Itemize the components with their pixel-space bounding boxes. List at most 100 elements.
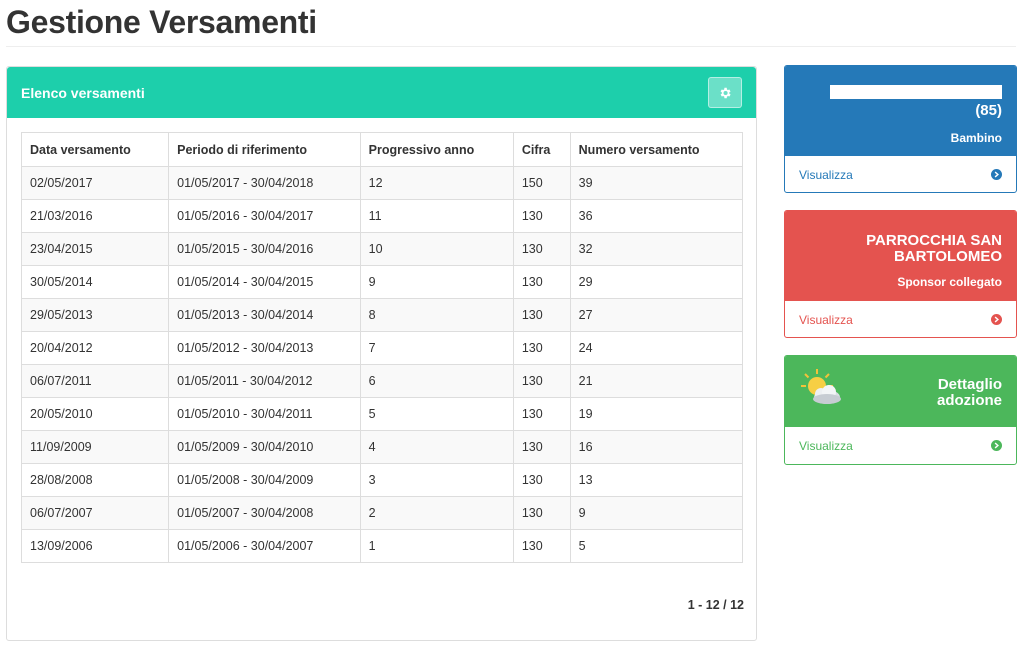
payments-panel: Elenco versamenti Data versamento Periodo… [6, 66, 757, 641]
table-cell: 01/05/2012 - 30/04/2013 [168, 331, 361, 365]
table-cell: 4 [359, 430, 514, 464]
gear-icon [720, 87, 731, 98]
table-cell: 01/05/2014 - 30/04/2015 [168, 265, 361, 299]
column-header[interactable]: Data versamento [20, 132, 170, 167]
table-row[interactable]: 29/05/2013 01/05/2013 - 30/04/2014 8 130 27 [20, 298, 744, 332]
table-row[interactable]: 13/09/2006 01/05/2006 - 30/04/2007 1 130 5 [20, 529, 744, 563]
circle-arrow-right-icon [991, 169, 1002, 180]
table-cell: 13 [569, 463, 744, 497]
table-cell: 01/05/2016 - 30/04/2017 [168, 199, 361, 233]
child-view-link[interactable]: Visualizza [785, 156, 1016, 192]
table-cell: 39 [569, 166, 744, 200]
table-cell: 02/05/2017 [20, 166, 170, 200]
table-cell: 11 [359, 199, 514, 233]
table-row[interactable]: 02/05/2017 01/05/2017 - 30/04/2018 12 150 39 [20, 166, 744, 200]
settings-button[interactable] [708, 77, 742, 108]
table-cell: 130 [512, 232, 571, 266]
column-header[interactable]: Periodo di riferimento [168, 132, 361, 167]
table-cell: 01/05/2011 - 30/04/2012 [168, 364, 361, 398]
table-cell: 10 [359, 232, 514, 266]
column-header[interactable]: Cifra [512, 132, 571, 167]
table-cell: 130 [512, 430, 571, 464]
table-cell: 13/09/2006 [20, 529, 170, 563]
table-row[interactable]: 06/07/2011 01/05/2011 - 30/04/2012 6 130 21 [20, 364, 744, 398]
table-row[interactable]: 30/05/2014 01/05/2014 - 30/04/2015 9 130 29 [20, 265, 744, 299]
table-row[interactable]: 11/09/2009 01/05/2009 - 30/04/2010 4 130 16 [20, 430, 744, 464]
table-cell: 01/05/2010 - 30/04/2011 [168, 397, 361, 431]
table-cell: 01/05/2015 - 30/04/2016 [168, 232, 361, 266]
table-cell: 11/09/2009 [20, 430, 170, 464]
column-header[interactable]: Numero versamento [569, 132, 744, 167]
sponsor-card: PARROCCHIA SAN BARTOLOMEO Sponsor colleg… [784, 210, 1017, 338]
table-cell: 32 [569, 232, 744, 266]
adoption-view-label: Visualizza [799, 438, 853, 453]
table-cell: 150 [512, 166, 571, 200]
adoption-card-body: Dettaglio adozione [785, 356, 1016, 427]
table-cell: 24 [569, 331, 744, 365]
table-cell: 130 [512, 331, 571, 365]
table-row[interactable]: 23/04/2015 01/05/2015 - 30/04/2016 10 130 32 [20, 232, 744, 266]
table-cell: 2 [359, 496, 514, 530]
table-cell: 21/03/2016 [20, 199, 170, 233]
table-cell: 29 [569, 265, 744, 299]
table-cell: 01/05/2006 - 30/04/2007 [168, 529, 361, 563]
table-header-row: Data versamento Periodo di riferimento Pro… [20, 132, 744, 167]
table-cell: 27 [569, 298, 744, 332]
table-cell: 21 [569, 364, 744, 398]
table-cell: 16 [569, 430, 744, 464]
table-cell: 12 [359, 166, 514, 200]
child-view-label: Visualizza [799, 167, 853, 182]
table-cell: 01/05/2009 - 30/04/2010 [168, 430, 361, 464]
adoption-view-link[interactable]: Visualizza [785, 427, 1016, 464]
sponsor-card-body: PARROCCHIA SAN BARTOLOMEO Sponsor colleg… [785, 211, 1016, 301]
child-count: (85) [975, 102, 1002, 119]
redacted-name [830, 85, 1002, 99]
table-cell: 9 [569, 496, 744, 530]
child-subtitle: Bambino [950, 131, 1002, 145]
table-cell: 6 [359, 364, 514, 398]
table-cell: 130 [512, 397, 571, 431]
table-cell: 36 [569, 199, 744, 233]
table-cell: 06/07/2007 [20, 496, 170, 530]
panel-title: Elenco versamenti [21, 85, 145, 101]
table-cell: 5 [569, 529, 744, 563]
table-cell: 130 [512, 265, 571, 299]
table-cell: 130 [512, 496, 571, 530]
child-card: (85) Bambino Visualizza [784, 65, 1017, 193]
table-cell: 01/05/2007 - 30/04/2008 [168, 496, 361, 530]
adoption-title: Dettaglio adozione [936, 376, 1002, 409]
table-row[interactable]: 28/08/2008 01/05/2008 - 30/04/2009 3 130 13 [20, 463, 744, 497]
payments-table: Data versamento Periodo di riferimento Pro… [20, 132, 744, 563]
panel-header: Elenco versamenti [7, 67, 756, 118]
table-cell: 28/08/2008 [20, 463, 170, 497]
table-cell: 19 [569, 397, 744, 431]
table-cell: 7 [359, 331, 514, 365]
table-cell: 5 [359, 397, 514, 431]
sponsor-subtitle: Sponsor collegato [897, 275, 1002, 289]
table-cell: 8 [359, 298, 514, 332]
table-row[interactable]: 20/04/2012 01/05/2012 - 30/04/2013 7 130 24 [20, 331, 744, 365]
table-cell: 29/05/2013 [20, 298, 170, 332]
table-cell: 130 [512, 298, 571, 332]
table-cell: 3 [359, 463, 514, 497]
weather-sun-cloud-icon [801, 369, 841, 404]
table-row[interactable]: 21/03/2016 01/05/2016 - 30/04/2017 11 130 36 [20, 199, 744, 233]
table-row[interactable]: 06/07/2007 01/05/2007 - 30/04/2008 2 130 9 [20, 496, 744, 530]
table-cell: 130 [512, 364, 571, 398]
table-cell: 23/04/2015 [20, 232, 170, 266]
sponsor-name: PARROCCHIA SAN BARTOLOMEO [866, 232, 1002, 265]
table-cell: 20/05/2010 [20, 397, 170, 431]
table-cell: 130 [512, 529, 571, 563]
pagination-info: 1 - 12 / 12 [687, 598, 744, 612]
circle-arrow-right-icon [991, 440, 1002, 451]
sponsor-view-link[interactable]: Visualizza [785, 301, 1016, 337]
table-cell: 9 [359, 265, 514, 299]
table-cell: 130 [512, 463, 571, 497]
child-card-body: (85) Bambino [785, 66, 1016, 156]
circle-arrow-right-icon [991, 314, 1002, 325]
table-cell: 01/05/2017 - 30/04/2018 [168, 166, 361, 200]
sponsor-view-label: Visualizza [799, 312, 853, 327]
table-row[interactable]: 20/05/2010 01/05/2010 - 30/04/2011 5 130 19 [20, 397, 744, 431]
title-divider [6, 46, 1016, 47]
column-header[interactable]: Progressivo anno [359, 132, 514, 167]
